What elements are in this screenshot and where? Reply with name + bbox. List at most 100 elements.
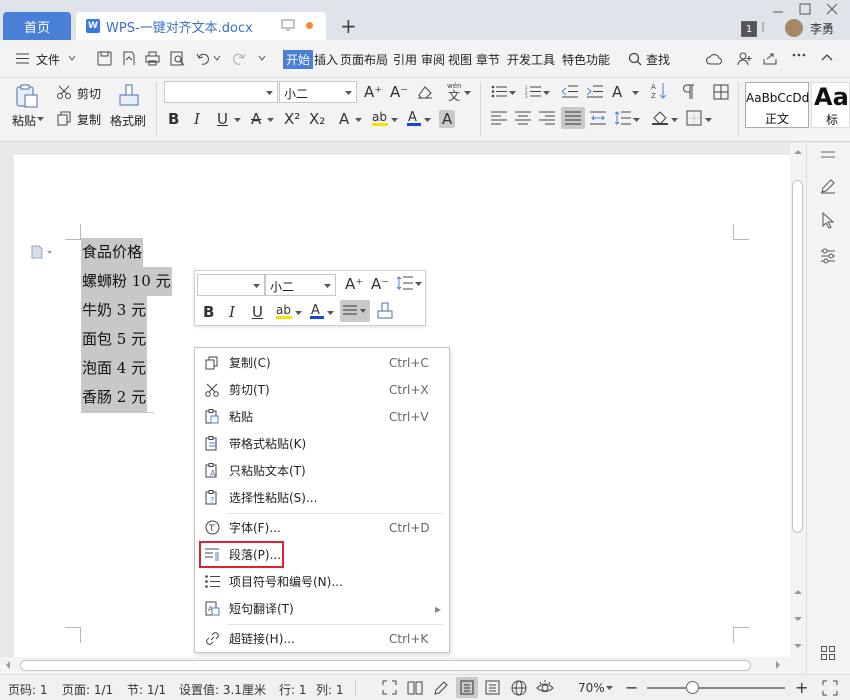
menu-tab-references[interactable]: 引用	[393, 51, 417, 68]
chevron-down-icon[interactable]	[324, 283, 331, 289]
shading-icon[interactable]	[651, 110, 669, 126]
context-menu-item-bullets-numbering[interactable]: 项目符号和编号(N)...	[195, 568, 449, 595]
chevron-down-icon[interactable]	[415, 281, 422, 287]
paste-button[interactable]: 粘贴	[12, 112, 36, 129]
menu-file[interactable]: 文件	[36, 51, 60, 68]
zoom-level[interactable]: 70%	[578, 681, 605, 695]
line-spacing-icon[interactable]	[615, 111, 631, 125]
border-icon[interactable]	[686, 110, 702, 126]
decrease-indent-icon[interactable]	[562, 85, 578, 98]
chevron-down-icon[interactable]	[509, 90, 516, 96]
chevron-down-icon[interactable]	[464, 90, 471, 96]
format-painter-icon[interactable]	[377, 302, 393, 320]
pinyin-guide-icon[interactable]: wén 文	[446, 81, 462, 101]
zoom-slider-thumb[interactable]	[686, 681, 699, 694]
chevron-down-icon[interactable]	[295, 310, 302, 316]
chevron-down-icon[interactable]	[327, 310, 334, 316]
monitor-icon[interactable]	[281, 19, 295, 31]
context-menu-item-paste-text-only[interactable]: A 只粘贴文本(T)	[195, 457, 449, 484]
menu-tab-review[interactable]: 审阅	[421, 51, 445, 68]
status-pages[interactable]: 页面: 1/1	[62, 681, 113, 698]
print-icon[interactable]	[145, 51, 160, 66]
chevron-down-icon[interactable]	[391, 117, 398, 123]
chevron-down-icon[interactable]	[266, 90, 273, 96]
menu-tab-home[interactable]: 开始	[283, 50, 314, 69]
collapse-ribbon-icon[interactable]	[821, 53, 833, 61]
format-painter-icon[interactable]	[118, 83, 140, 107]
menu-tab-section[interactable]: 章节	[476, 51, 500, 68]
align-justify-icon[interactable]	[561, 107, 585, 129]
menu-tab-layout[interactable]: 页面布局	[340, 51, 388, 68]
highlight-color-icon[interactable]: ab	[275, 302, 293, 320]
context-menu-item-cut[interactable]: 剪切(T) Ctrl+X	[195, 376, 449, 403]
underline-icon[interactable]: U	[217, 111, 228, 127]
align-justify-icon[interactable]	[340, 300, 370, 322]
menu-tab-view[interactable]: 视图	[448, 51, 472, 68]
increase-font-icon[interactable]: A⁺	[345, 276, 363, 292]
context-menu-item-paste[interactable]: 粘贴 Ctrl+V	[195, 403, 449, 430]
chevron-down-icon[interactable]	[345, 90, 352, 96]
new-tab-button[interactable]: +	[340, 14, 357, 38]
table-grid-icon[interactable]	[713, 84, 729, 100]
align-center-icon[interactable]	[515, 111, 531, 125]
font-color-icon[interactable]: A	[309, 302, 325, 320]
maximize-icon[interactable]	[799, 3, 811, 15]
outline-view-icon[interactable]	[485, 680, 500, 695]
align-right-icon[interactable]	[539, 111, 555, 125]
font-name-dropdown[interactable]	[164, 81, 278, 103]
distribute-icon[interactable]	[590, 111, 606, 125]
chevron-down-icon[interactable]	[543, 90, 550, 96]
search-icon[interactable]	[628, 52, 642, 66]
chevron-down-icon[interactable]	[705, 117, 712, 123]
copy-button[interactable]: 复制	[77, 111, 101, 128]
subscript-icon[interactable]: X₂	[309, 111, 325, 127]
copy-icon[interactable]	[57, 111, 72, 126]
increase-indent-icon[interactable]	[587, 85, 603, 98]
highlight-color-icon[interactable]: ab	[371, 109, 389, 127]
menu-tab-insert[interactable]: 插入	[314, 51, 338, 68]
bold-icon[interactable]: B	[203, 304, 214, 320]
tab-home[interactable]: 首页	[3, 12, 71, 40]
chevron-down-icon[interactable]	[632, 90, 639, 96]
cut-button[interactable]: 剪切	[77, 85, 101, 102]
status-row[interactable]: 行: 1	[279, 681, 307, 698]
show-marks-icon[interactable]	[681, 84, 695, 100]
document-line[interactable]: 面包 5 元	[81, 325, 148, 354]
hamburger-icon[interactable]	[16, 53, 29, 64]
scrollbar-thumb[interactable]	[20, 660, 751, 671]
bullet-list-icon[interactable]	[491, 85, 507, 98]
line-spacing-icon[interactable]	[397, 276, 413, 290]
redo-icon[interactable]	[231, 51, 246, 66]
chevron-down-icon[interactable]	[213, 54, 221, 62]
read-mode-icon[interactable]	[407, 680, 423, 695]
bold-icon[interactable]: B	[168, 111, 179, 127]
zoom-in-button[interactable]: +	[795, 678, 808, 697]
share-icon[interactable]	[762, 51, 778, 66]
context-menu-item-hyperlink[interactable]: 超链接(H)... Ctrl+K	[195, 625, 449, 652]
text-effect-icon[interactable]: A	[339, 111, 349, 127]
scroll-left-arrow-icon[interactable]	[5, 661, 11, 669]
style-heading[interactable]: Aa 标	[811, 82, 850, 128]
document-line[interactable]: 牛奶 3 元	[81, 296, 148, 325]
context-menu-item-paste-special[interactable]: ? 选择性粘贴(S)...	[195, 484, 449, 511]
tab-document[interactable]: W WPS-一键对齐文本.docx	[76, 12, 326, 40]
minimize-icon[interactable]	[772, 4, 784, 14]
context-menu-item-translate[interactable]: A 短句翻译(T) ▸	[195, 595, 449, 622]
context-menu-item-font[interactable]: T 字体(F)... Ctrl+D	[195, 514, 449, 541]
italic-icon[interactable]: I	[229, 304, 235, 320]
numbered-list-icon[interactable]: 123	[525, 85, 541, 98]
document-line[interactable]: 食品价格	[81, 238, 144, 267]
underline-icon[interactable]: U	[252, 304, 263, 320]
status-setting-value[interactable]: 设置值: 3.1厘米	[179, 681, 266, 698]
scroll-down-arrow-icon[interactable]	[794, 643, 802, 649]
context-menu-item-paste-with-format[interactable]: 带格式粘贴(K)	[195, 430, 449, 457]
horizontal-scrollbar[interactable]	[0, 657, 806, 674]
write-mode-icon[interactable]	[433, 680, 449, 696]
pen-edit-icon[interactable]	[820, 178, 836, 194]
fullscreen-icon[interactable]	[382, 680, 397, 695]
mini-font-size-dropdown[interactable]: 小二	[265, 274, 336, 296]
format-painter-button[interactable]: 格式刷	[110, 112, 146, 129]
italic-icon[interactable]: I	[194, 111, 200, 127]
superscript-icon[interactable]: X²	[284, 111, 300, 127]
scroll-up-arrow-icon[interactable]	[794, 589, 802, 595]
